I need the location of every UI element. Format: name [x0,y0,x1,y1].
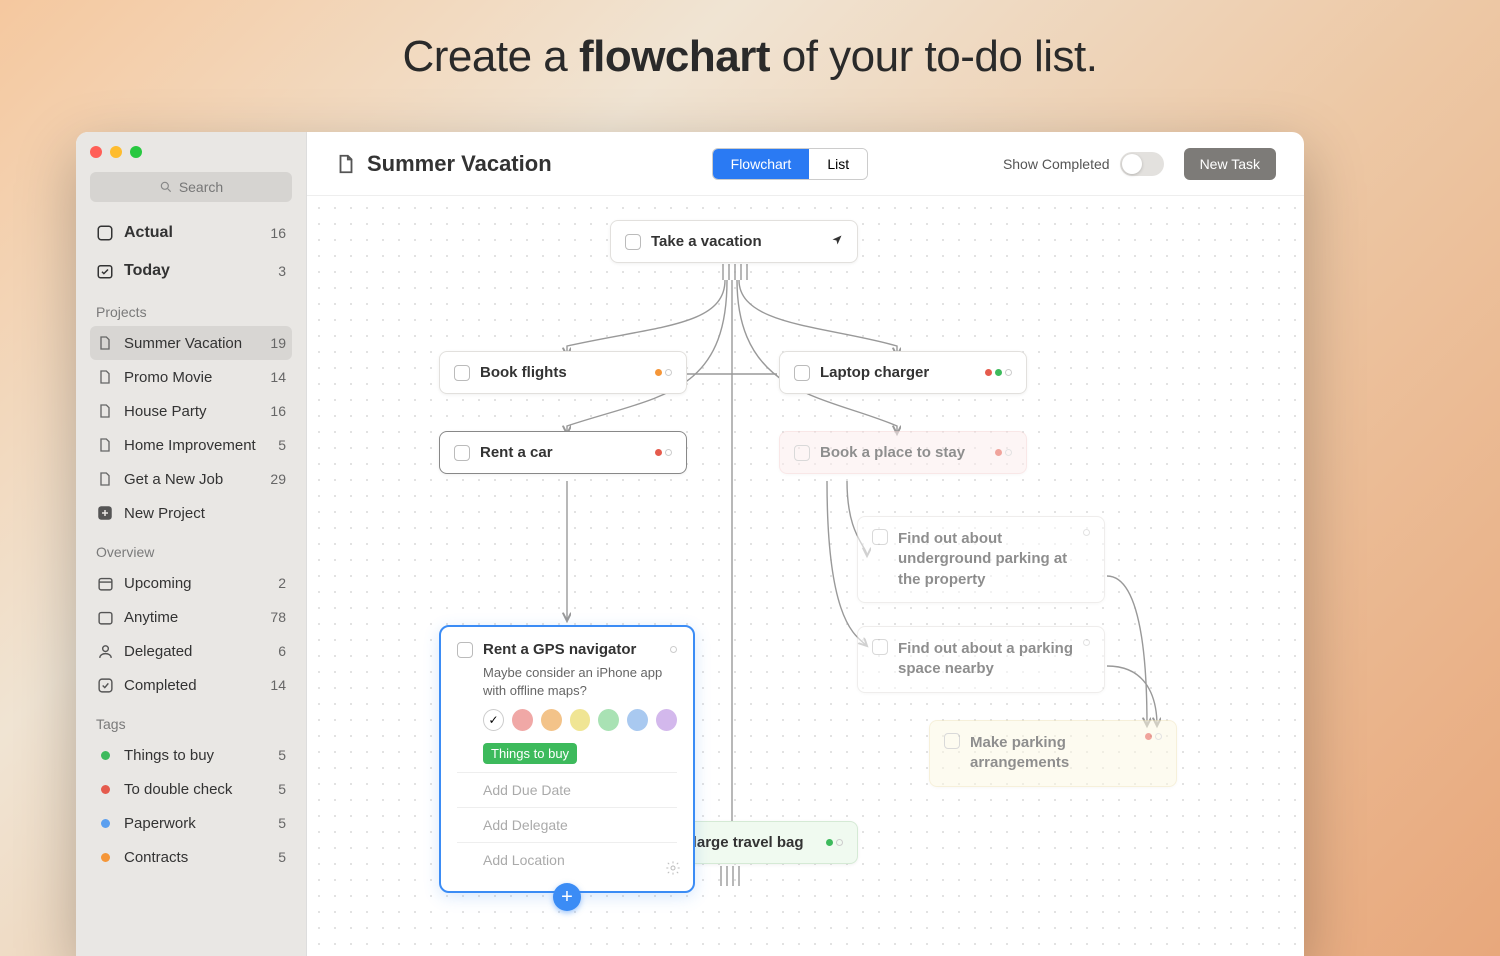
zoom-icon[interactable] [130,146,142,158]
tag-chip[interactable]: Things to buy [483,743,577,764]
calendar-check-icon [96,262,114,280]
node-book-place[interactable]: Book a place to stay [779,431,1027,474]
main-area: Summer Vacation Flowchart List Show Comp… [307,132,1304,956]
task-detail-card[interactable]: Rent a GPS navigator Maybe consider an i… [439,625,695,893]
sidebar-item-anytime[interactable]: Anytime78 [90,600,292,634]
sidebar-item-project[interactable]: Home Improvement5 [90,428,292,462]
tag-dot-icon [96,814,114,832]
sidebar-tag-item[interactable]: To double check5 [90,772,292,806]
node-book-flights[interactable]: Book flights [439,351,687,394]
document-icon [96,368,114,386]
sidebar-item-project[interactable]: Promo Movie14 [90,360,292,394]
calendar-blank-icon [96,608,114,626]
sidebar-tag-item[interactable]: Things to buy5 [90,738,292,772]
color-swatch[interactable] [512,709,533,731]
document-icon [96,334,114,352]
color-swatch[interactable] [627,709,648,731]
node-laptop-charger[interactable]: Laptop charger [779,351,1027,394]
gear-icon[interactable] [665,860,681,881]
tags-heading: Tags [76,702,306,738]
checkbox-icon[interactable] [944,733,960,749]
node-underground-parking[interactable]: Find out about underground parking at th… [857,516,1105,603]
checkbox-icon[interactable] [457,642,473,658]
tab-list[interactable]: List [809,149,867,179]
checkbox-icon[interactable] [454,445,470,461]
minimize-icon[interactable] [110,146,122,158]
topbar: Summer Vacation Flowchart List Show Comp… [307,132,1304,196]
flowchart-canvas[interactable]: Take a vacation Book flights Laptop char… [307,196,1304,956]
new-task-button[interactable]: New Task [1184,148,1276,180]
sidebar-item-actual[interactable]: Actual16 [90,214,292,252]
view-switcher: Flowchart List [712,148,868,180]
window-controls [76,140,306,168]
color-swatch[interactable] [656,709,677,731]
tag-dot-icon [96,746,114,764]
document-icon [96,436,114,454]
color-picker[interactable]: ✓ [483,709,677,731]
calendar-icon [96,574,114,592]
checkbox-icon[interactable] [794,445,810,461]
add-due-date[interactable]: Add Due Date [457,772,677,807]
sidebar-item-project[interactable]: Summer Vacation19 [90,326,292,360]
close-icon[interactable] [90,146,102,158]
sidebar-tag-item[interactable]: Contracts5 [90,840,292,874]
new-project-button[interactable]: New Project [90,496,292,530]
sidebar-item-project[interactable]: Get a New Job29 [90,462,292,496]
add-delegate[interactable]: Add Delegate [457,807,677,842]
node-parking-arrangements[interactable]: Make parking arrangements [929,720,1177,787]
add-location[interactable]: Add Location [457,842,677,877]
search-input[interactable]: Search [90,172,292,202]
checkbox-icon[interactable] [625,234,641,250]
person-icon [96,642,114,660]
sidebar-tag-item[interactable]: Paperwork5 [90,806,292,840]
search-icon [159,180,173,194]
tab-flowchart[interactable]: Flowchart [713,149,810,179]
page-title: Summer Vacation [335,151,552,177]
location-arrow-icon [831,233,843,250]
task-note[interactable]: Maybe consider an iPhone app with offlin… [483,664,677,699]
show-completed-toggle[interactable]: Show Completed [1003,152,1164,176]
document-icon [96,402,114,420]
sidebar-item-project[interactable]: House Party16 [90,394,292,428]
color-none[interactable]: ✓ [483,709,504,731]
checkbox-icon[interactable] [454,365,470,381]
plus-square-icon [96,504,114,522]
check-square-icon [96,676,114,694]
status-ring-icon [670,646,677,653]
document-icon [96,470,114,488]
node-parking-nearby[interactable]: Find out about a parking space nearby [857,626,1105,693]
add-child-button[interactable]: + [553,883,581,911]
node-take-vacation[interactable]: Take a vacation [610,220,858,263]
checkbox-icon[interactable] [872,639,888,655]
square-icon [96,224,114,242]
sidebar-item-upcoming[interactable]: Upcoming2 [90,566,292,600]
app-window: Search Actual16 Today3 Projects Summer V… [76,132,1304,956]
toggle-switch[interactable] [1120,152,1164,176]
tag-dot-icon [96,848,114,866]
sidebar-item-completed[interactable]: Completed14 [90,668,292,702]
sidebar-item-delegated[interactable]: Delegated6 [90,634,292,668]
tag-dot-icon [96,780,114,798]
marketing-headline: Create a flowchart of your to-do list. [0,0,1500,82]
color-swatch[interactable] [570,709,591,731]
projects-heading: Projects [76,290,306,326]
sidebar: Search Actual16 Today3 Projects Summer V… [76,132,307,956]
checkbox-icon[interactable] [872,529,888,545]
sidebar-item-today[interactable]: Today3 [90,252,292,290]
color-swatch[interactable] [598,709,619,731]
color-swatch[interactable] [541,709,562,731]
checkbox-icon[interactable] [794,365,810,381]
document-icon [335,153,357,175]
overview-heading: Overview [76,530,306,566]
node-rent-a-car[interactable]: Rent a car [439,431,687,474]
